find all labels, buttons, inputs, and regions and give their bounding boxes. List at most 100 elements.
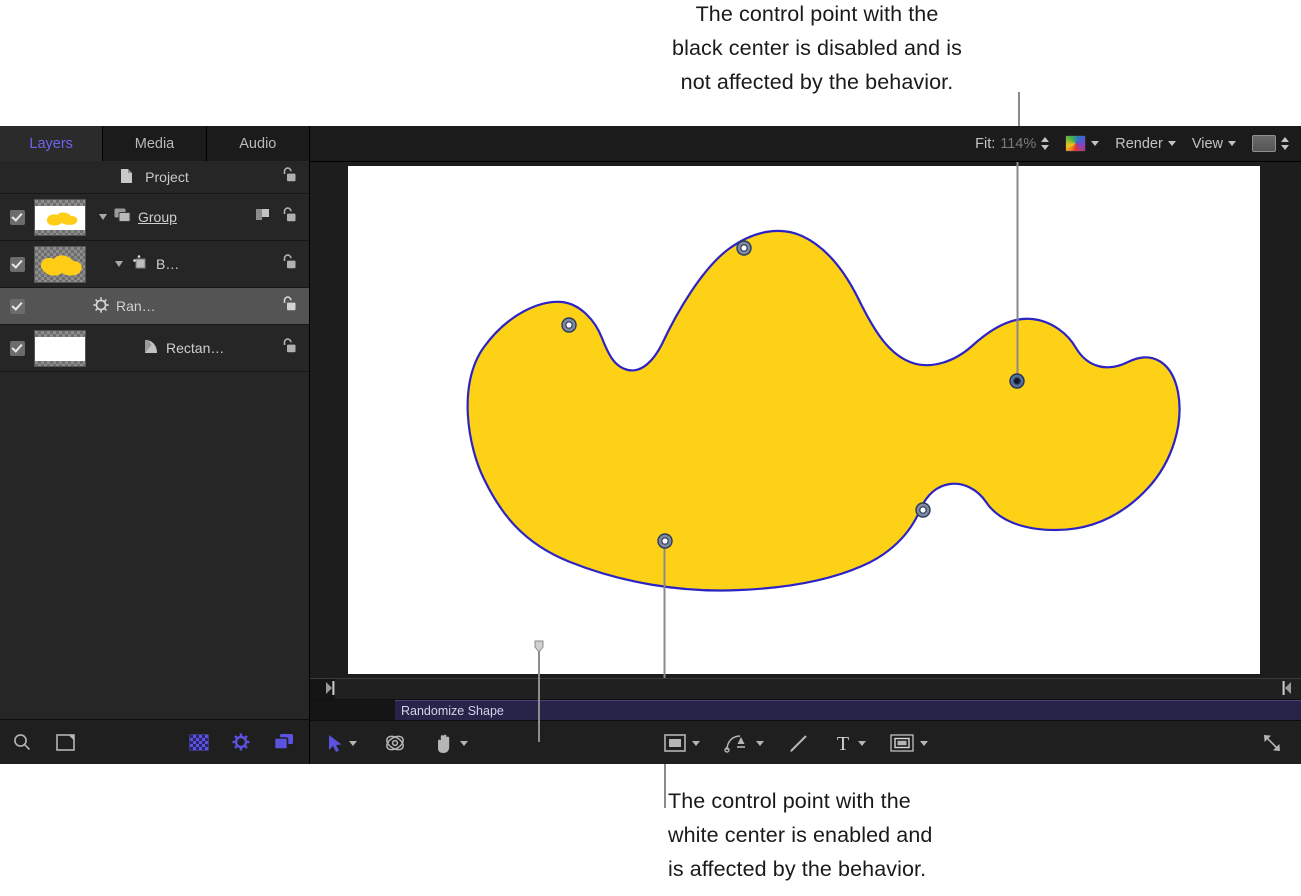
- pen-dropdown[interactable]: [756, 741, 764, 746]
- shape-canvas[interactable]: [310, 162, 1301, 678]
- play-range-in-marker[interactable]: [326, 681, 335, 695]
- mask-tool-group[interactable]: [890, 734, 928, 752]
- control-point-left[interactable]: [562, 318, 576, 332]
- layer-name-rectangle: Rectan…: [166, 340, 224, 356]
- layer-name-cell-group: Group: [96, 208, 255, 226]
- mask-icon[interactable]: [255, 207, 272, 227]
- layer-name-randomize: Ran…: [116, 298, 156, 314]
- control-point-notch[interactable]: [916, 503, 930, 517]
- canvas-region: Fit: 114% Render View: [310, 126, 1301, 764]
- tab-audio[interactable]: Audio: [207, 126, 309, 161]
- text-dropdown[interactable]: [858, 741, 866, 746]
- unlocked-icon[interactable]: [280, 254, 297, 274]
- thumbnail-rectangle: [34, 330, 96, 367]
- canvas-viewport[interactable]: [310, 162, 1301, 678]
- disclosure-triangle-group[interactable]: [99, 214, 107, 220]
- disclosure-triangle-shape[interactable]: [115, 261, 123, 267]
- control-point-right-disabled[interactable]: [1010, 374, 1024, 388]
- layers-panel-bottom-bar: [0, 719, 309, 764]
- background-menu[interactable]: [1252, 135, 1289, 152]
- search-icon[interactable]: [12, 732, 32, 752]
- checkerboard-icon[interactable]: [189, 732, 209, 752]
- chevron-down-icon: [1228, 141, 1236, 146]
- text-tool-group[interactable]: T: [834, 733, 866, 753]
- color-channel-menu[interactable]: [1065, 135, 1099, 152]
- render-menu[interactable]: Render: [1115, 136, 1176, 152]
- layers-panel: Layers Media Audio Project: [0, 126, 310, 764]
- behavior-timeline-bar[interactable]: Randomize Shape: [395, 700, 1301, 721]
- bezier-pen-tool[interactable]: [724, 732, 750, 754]
- control-point-top[interactable]: [737, 241, 751, 255]
- view-label: View: [1192, 136, 1223, 152]
- layer-row-project[interactable]: Project: [0, 161, 309, 194]
- mask-dropdown[interactable]: [920, 741, 928, 746]
- pan-hand-dropdown[interactable]: [460, 741, 468, 746]
- layers-stack-icon[interactable]: [273, 732, 295, 752]
- show-hide-panel-icon[interactable]: [56, 732, 76, 752]
- layer-list: Project: [0, 161, 309, 720]
- layer-name-shape: B…: [156, 256, 179, 272]
- layer-row-rectangle[interactable]: Rectan…: [0, 325, 309, 372]
- playhead[interactable]: [538, 642, 540, 742]
- thumbnail-group: [34, 199, 96, 236]
- gear-icon[interactable]: [231, 732, 251, 752]
- play-range-out-marker[interactable]: [1282, 681, 1291, 695]
- view-menu[interactable]: View: [1192, 136, 1236, 152]
- behavior-bar-label: Randomize Shape: [395, 704, 504, 718]
- layer-name-project: Project: [145, 169, 189, 185]
- layer-name-cell-randomize: Ran…: [34, 296, 280, 317]
- background-swatch-icon: [1252, 135, 1276, 152]
- bezier-pen-tool-group[interactable]: [724, 732, 764, 754]
- render-label: Render: [1115, 136, 1163, 152]
- visibility-checkbox-randomize[interactable]: [0, 299, 34, 314]
- fit-value: 114%: [1000, 136, 1036, 152]
- svg-text:T: T: [837, 733, 849, 753]
- mask-tool[interactable]: [890, 734, 914, 752]
- chevron-down-icon: [1168, 141, 1176, 146]
- timeline-ruler[interactable]: [310, 678, 1301, 700]
- visibility-checkbox-group[interactable]: [0, 210, 34, 225]
- bottom-toolbar: T: [310, 720, 1301, 764]
- text-tool[interactable]: T: [834, 733, 852, 753]
- annotation-text-bottom: The control point with the white center …: [668, 784, 1068, 886]
- zoom-stepper[interactable]: [1041, 137, 1049, 150]
- unlocked-icon[interactable]: [280, 338, 297, 358]
- rectangle-row-right: [280, 338, 309, 358]
- shape-dropdown[interactable]: [692, 741, 700, 746]
- fit-zoom-control[interactable]: Fit: 114%: [975, 136, 1049, 152]
- tab-layers[interactable]: Layers: [0, 126, 103, 161]
- select-arrow-tool-group[interactable]: [328, 734, 357, 753]
- control-point-bottom-enabled[interactable]: [658, 534, 672, 548]
- pan-hand-tool[interactable]: [433, 732, 454, 754]
- layer-row-shape[interactable]: B…: [0, 241, 309, 288]
- resize-diagonal-icon[interactable]: [1261, 732, 1283, 754]
- timeline: Randomize Shape: [310, 678, 1301, 720]
- tab-media[interactable]: Media: [103, 126, 206, 161]
- unlocked-icon[interactable]: [280, 207, 297, 227]
- visibility-checkbox-shape[interactable]: [0, 257, 34, 272]
- layer-name-cell-shape: B…: [96, 254, 280, 275]
- 3d-transform-tool[interactable]: [383, 731, 407, 755]
- shape-rectangle-tool[interactable]: [664, 734, 686, 752]
- randomize-row-right: [280, 296, 309, 316]
- paint-stroke-tool[interactable]: [788, 732, 810, 754]
- thumbnail-shape: [34, 246, 96, 283]
- select-arrow-dropdown[interactable]: [349, 741, 357, 746]
- annotation-text-top: The control point with the black center …: [617, 0, 1017, 99]
- timeline-track-row: Randomize Shape: [310, 700, 1301, 721]
- panel-tab-bar: Layers Media Audio: [0, 126, 309, 162]
- background-stepper[interactable]: [1281, 137, 1289, 150]
- tab-layers-label: Layers: [29, 136, 73, 152]
- pan-hand-tool-group[interactable]: [433, 732, 468, 754]
- select-arrow-tool[interactable]: [328, 734, 343, 753]
- layer-row-group[interactable]: Group: [0, 194, 309, 241]
- randomized-shape-path[interactable]: [468, 231, 1180, 591]
- gradient-icon: [142, 338, 160, 358]
- unlocked-icon[interactable]: [280, 167, 297, 187]
- visibility-checkbox-rectangle[interactable]: [0, 341, 34, 356]
- unlocked-icon[interactable]: [280, 296, 297, 316]
- project-row-name: Project: [0, 168, 309, 187]
- layer-row-randomize-shape[interactable]: Ran…: [0, 288, 309, 325]
- shape-tool-group[interactable]: [664, 734, 700, 752]
- document-icon: [120, 171, 137, 187]
